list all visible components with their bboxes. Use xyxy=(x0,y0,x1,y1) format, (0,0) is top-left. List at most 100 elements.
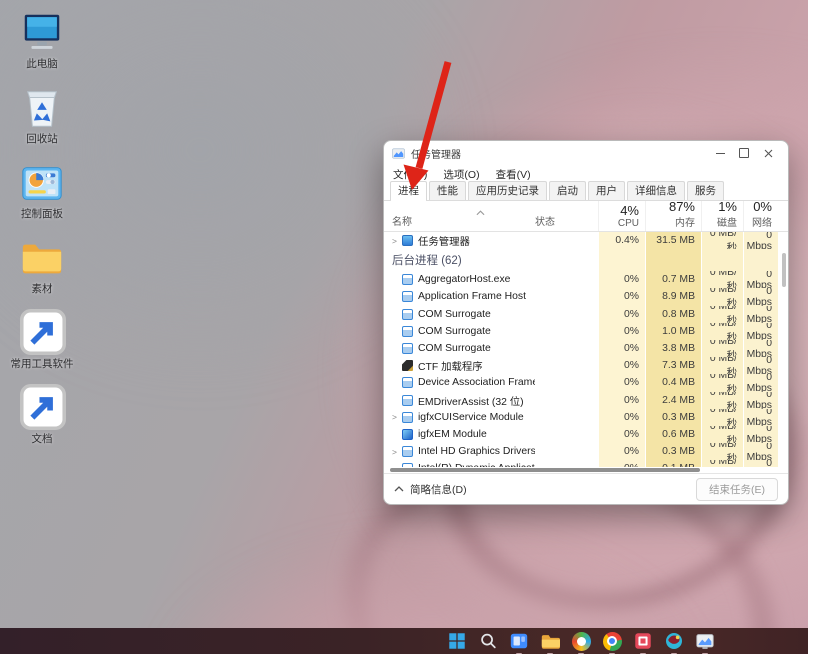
taskbar-chrome-icon[interactable] xyxy=(601,630,623,652)
desktop-icon-label: 回收站 xyxy=(4,133,80,145)
process-row[interactable]: Device Association Framewo...0%0.4 MB0 M… xyxy=(384,374,788,391)
maximize-button[interactable] xyxy=(732,141,756,165)
tab-应用历史记录[interactable]: 应用历史记录 xyxy=(468,181,547,200)
desktop-icon-control-panel[interactable]: 控制面板 xyxy=(4,160,80,220)
vertical-scrollbar[interactable] xyxy=(782,247,786,477)
summary-toggle[interactable]: 简略信息(D) xyxy=(394,482,467,497)
desktop-icon-folder-shortcut[interactable]: 文档 xyxy=(4,385,80,445)
folder-shortcut-icon xyxy=(19,385,65,431)
tab-启动[interactable]: 启动 xyxy=(549,181,586,200)
desktop-icon-folder[interactable]: 素材 xyxy=(4,235,80,295)
horizontal-scrollbar-thumb[interactable] xyxy=(390,468,700,472)
column-header-cpu[interactable]: 4% CPU xyxy=(598,201,645,231)
process-disk: 0 MB/秒 xyxy=(701,443,743,460)
screenshot-root: 此电脑回收站控制面板素材常用工具软件文档 任务管理器 文件(F) 选项(O) 查… xyxy=(0,0,820,657)
process-disk: 0 MB/秒 xyxy=(701,426,743,443)
process-row[interactable]: CTF 加载程序0%7.3 MB0 MB/秒0 Mbps xyxy=(384,357,788,374)
taskbar-file-explorer-icon[interactable] xyxy=(539,630,561,652)
process-row[interactable]: Application Frame Host0%8.9 MB0 MB/秒0 Mb… xyxy=(384,288,788,305)
sort-indicator-icon xyxy=(476,203,485,209)
column-header-memory[interactable]: 87% 内存 xyxy=(645,201,701,231)
process-row[interactable]: igfxEM Module0%0.6 MB0 MB/秒0 Mbps xyxy=(384,426,788,443)
process-memory: 7.3 MB xyxy=(645,357,701,374)
process-memory: 0.4 MB xyxy=(645,374,701,391)
desktop-icon-recycle-bin[interactable]: 回收站 xyxy=(4,85,80,145)
taskbar-task-manager-icon[interactable] xyxy=(694,630,716,652)
process-memory: 0.8 MB xyxy=(645,306,701,323)
minimize-button[interactable] xyxy=(708,141,732,165)
tab-bar: 进程性能应用历史记录启动用户详细信息服务 xyxy=(384,183,788,201)
tab-进程[interactable]: 进程 xyxy=(390,181,427,200)
taskbar-start-icon[interactable] xyxy=(446,630,468,652)
column-header-disk[interactable]: 1% 磁盘 xyxy=(701,201,743,231)
window-controls xyxy=(708,141,780,165)
process-name: Application Frame Host xyxy=(418,291,526,302)
minimize-icon xyxy=(716,153,725,154)
process-status xyxy=(535,357,598,374)
process-status xyxy=(535,323,598,340)
network-total-percent: 0% xyxy=(753,201,772,214)
folder-icon xyxy=(19,235,65,281)
running-indicator xyxy=(516,653,522,655)
process-row[interactable]: COM Surrogate0%0.8 MB0 MB/秒0 Mbps xyxy=(384,306,788,323)
desktop: 此电脑回收站控制面板素材常用工具软件文档 任务管理器 文件(F) 选项(O) 查… xyxy=(0,0,808,654)
horizontal-scrollbar[interactable] xyxy=(384,467,788,473)
process-cpu: 0% xyxy=(598,271,645,288)
column-header-name[interactable]: 名称 xyxy=(384,201,535,231)
window-titlebar[interactable]: 任务管理器 xyxy=(384,141,788,165)
close-button[interactable] xyxy=(756,141,780,165)
process-icon xyxy=(402,377,413,388)
tab-用户[interactable]: 用户 xyxy=(588,181,625,200)
expand-chevron-icon[interactable]: > xyxy=(392,447,402,457)
column-header-status[interactable]: 状态 xyxy=(535,201,598,231)
taskbar-widgets-icon[interactable] xyxy=(508,630,530,652)
process-row[interactable]: COM Surrogate0%1.0 MB0 MB/秒0 Mbps xyxy=(384,323,788,340)
process-cpu: 0% xyxy=(598,340,645,357)
process-disk: 0 MB/秒 xyxy=(701,271,743,288)
process-name: igfxEM Module xyxy=(418,429,487,440)
desktop-icon-label: 控制面板 xyxy=(4,208,80,220)
menu-view[interactable]: 查看(V) xyxy=(496,167,531,182)
process-status xyxy=(535,271,598,288)
process-row[interactable]: >任务管理器0.4%31.5 MB0 MB/秒0 Mbps xyxy=(384,232,788,249)
process-disk: 0 MB/秒 xyxy=(701,288,743,305)
process-memory: 2.4 MB xyxy=(645,392,701,409)
end-task-button[interactable]: 结束任务(E) xyxy=(696,478,778,501)
taskbar-map-app-icon[interactable] xyxy=(663,630,685,652)
process-name: AggregatorHost.exe xyxy=(418,274,510,285)
column-header-network[interactable]: 0% 网络 xyxy=(743,201,778,231)
process-name: Device Association Framewo... xyxy=(418,377,535,388)
process-icon xyxy=(402,429,413,440)
tab-服务[interactable]: 服务 xyxy=(687,181,724,200)
process-row[interactable]: COM Surrogate0%3.8 MB0 MB/秒0 Mbps xyxy=(384,340,788,357)
expand-chevron-icon[interactable]: > xyxy=(392,236,402,246)
process-status xyxy=(535,288,598,305)
desktop-icon-folder-shortcut[interactable]: 常用工具软件 xyxy=(4,310,80,370)
menu-options[interactable]: 选项(O) xyxy=(443,167,479,182)
desktop-icon-this-pc[interactable]: 此电脑 xyxy=(4,10,80,70)
tab-详细信息[interactable]: 详细信息 xyxy=(627,181,685,200)
process-icon xyxy=(402,395,413,406)
tab-性能[interactable]: 性能 xyxy=(429,181,466,200)
process-icon xyxy=(402,412,413,423)
expand-chevron-icon[interactable]: > xyxy=(392,412,402,422)
process-status xyxy=(535,443,598,460)
process-row[interactable]: >igfxCUIService Module0%0.3 MB0 MB/秒0 Mb… xyxy=(384,409,788,426)
vertical-scrollbar-thumb[interactable] xyxy=(782,253,786,287)
running-indicator xyxy=(547,653,553,655)
process-row[interactable]: >Intel(R) Dynamic Application ...0%0.1 M… xyxy=(384,460,788,467)
taskbar-office-app-icon[interactable] xyxy=(632,630,654,652)
process-icon xyxy=(402,446,413,457)
menu-file[interactable]: 文件(F) xyxy=(393,167,427,182)
process-row[interactable]: EMDriverAssist (32 位)0%2.4 MB0 MB/秒0 Mbp… xyxy=(384,392,788,409)
process-memory: 0.6 MB xyxy=(645,426,701,443)
taskbar-browser-icon[interactable] xyxy=(570,630,592,652)
process-name: igfxCUIService Module xyxy=(418,412,524,423)
control-panel-icon xyxy=(19,160,65,206)
process-group-row[interactable]: 后台进程 (62) xyxy=(384,249,788,271)
process-row[interactable]: AggregatorHost.exe0%0.7 MB0 MB/秒0 Mbps xyxy=(384,271,788,288)
taskbar-search-icon[interactable] xyxy=(477,630,499,652)
process-network: 0 Mbps xyxy=(743,357,778,374)
process-row[interactable]: >Intel HD Graphics Drivers for...0%0.3 M… xyxy=(384,443,788,460)
desktop-icon-label: 此电脑 xyxy=(4,58,80,70)
